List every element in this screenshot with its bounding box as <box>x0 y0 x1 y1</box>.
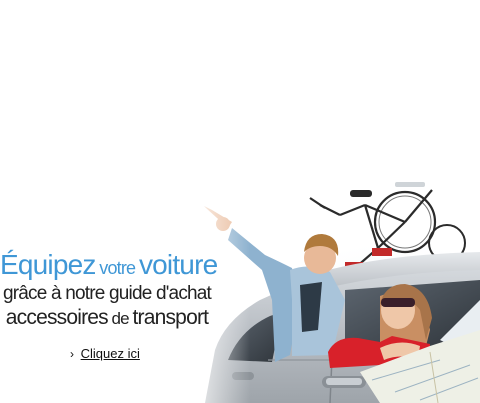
promo-subtitle: grâce à notre guide d'achat <box>2 283 212 304</box>
category-word-de: de <box>111 309 130 328</box>
headline-word-equipez: Équipez <box>0 249 96 280</box>
chevron-right-icon: › <box>70 347 74 361</box>
promo-headline: Équipez votre voiture <box>0 249 218 280</box>
category-word-accessoires: accessoires <box>5 306 109 329</box>
cta-link-container[interactable]: › Cliquez ici <box>70 346 140 361</box>
category-word-transport: transport <box>132 306 209 329</box>
family-car-photo <box>180 180 480 403</box>
headline-word-voiture: voiture <box>138 249 218 280</box>
cliquez-ici-link[interactable]: Cliquez ici <box>81 346 140 361</box>
promo-category-line: accessoires de transport <box>0 306 214 329</box>
headline-word-votre: votre <box>99 258 136 278</box>
promo-copy: Équipez votre voiture grâce à notre guid… <box>0 249 218 330</box>
promo-banner[interactable]: Équipez votre voiture grâce à notre guid… <box>0 0 480 403</box>
